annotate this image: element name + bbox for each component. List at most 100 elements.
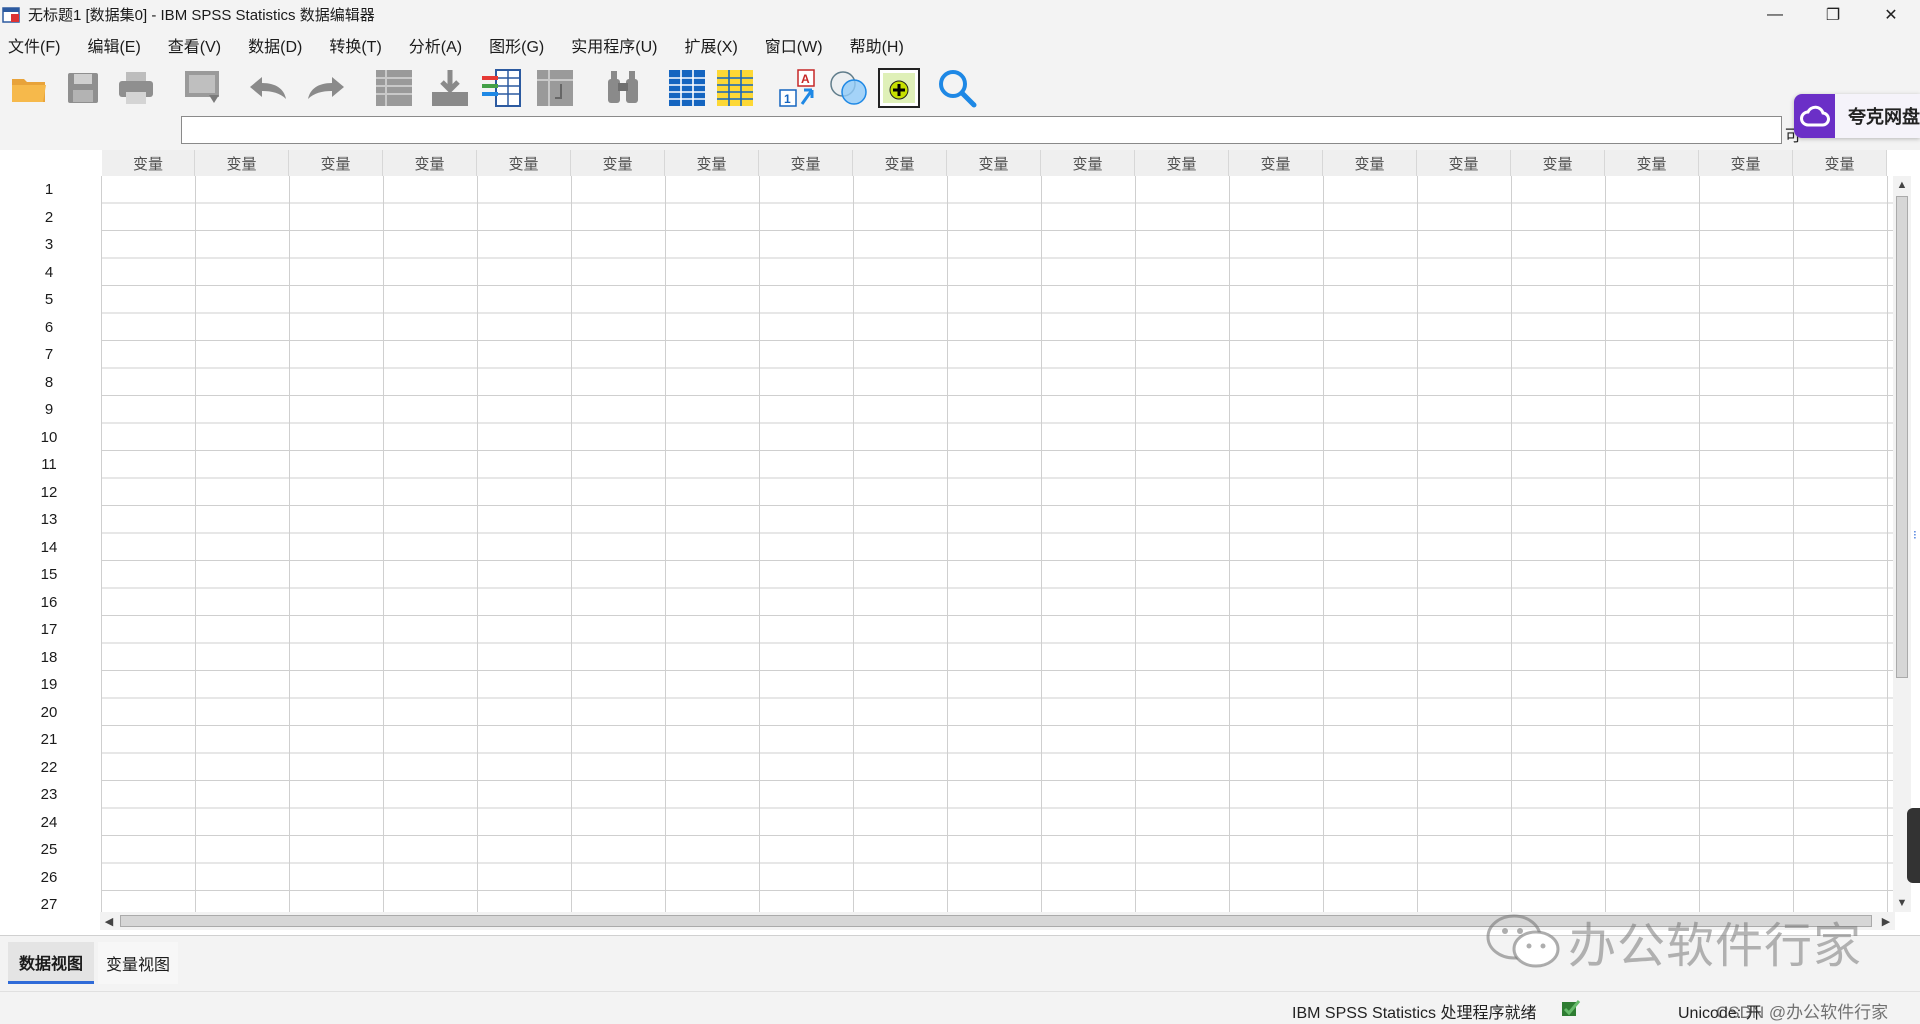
row-header[interactable]: 25	[0, 836, 100, 864]
row-header[interactable]: 15	[0, 561, 100, 589]
column-header[interactable]: 变量	[665, 150, 759, 176]
find-icon[interactable]	[602, 67, 644, 109]
split-file-icon[interactable]: A1	[778, 67, 820, 109]
maximize-button[interactable]: ❐	[1804, 0, 1862, 29]
row-header[interactable]: 11	[0, 451, 100, 479]
recall-dialog-icon[interactable]	[182, 67, 224, 109]
column-header[interactable]: 变量	[1793, 150, 1887, 176]
redo-icon[interactable]	[304, 67, 346, 109]
save-icon[interactable]	[62, 67, 104, 109]
quark-label: 夸克网盘	[1848, 107, 1920, 127]
column-header[interactable]: 变量	[947, 150, 1041, 176]
side-gadget[interactable]	[1907, 808, 1920, 883]
select-cases-icon[interactable]	[828, 67, 870, 109]
menu-view[interactable]: 查看(V)	[168, 33, 221, 57]
row-header[interactable]: 16	[0, 589, 100, 617]
wechat-icon	[1486, 914, 1560, 968]
status-bar: IBM SPSS Statistics 处理程序就绪 Unicode: 开 CS…	[0, 991, 1920, 1024]
scroll-down-icon[interactable]: ▼	[1893, 894, 1911, 912]
column-header[interactable]: 变量	[1135, 150, 1229, 176]
spss-app-icon[interactable]	[2, 5, 22, 25]
window-controls: — ❐ ✕	[1746, 0, 1920, 29]
menu-file[interactable]: 文件(F)	[8, 33, 60, 57]
column-header[interactable]: 变量	[1229, 150, 1323, 176]
menu-utilities[interactable]: 实用程序(U)	[571, 33, 657, 57]
cell-value-input[interactable]	[181, 116, 1782, 144]
row-header[interactable]: 26	[0, 864, 100, 892]
search-icon[interactable]	[936, 67, 978, 109]
value-labels-icon[interactable]	[878, 67, 920, 109]
open-folder-icon[interactable]	[8, 67, 50, 109]
row-header[interactable]: 20	[0, 699, 100, 727]
print-icon[interactable]	[115, 67, 157, 109]
cell-editor-row: 可	[0, 114, 1920, 150]
row-header[interactable]: 18	[0, 644, 100, 672]
menu-window[interactable]: 窗口(W)	[765, 33, 823, 57]
scroll-up-icon[interactable]: ▲	[1893, 176, 1911, 194]
column-header[interactable]: 变量	[1323, 150, 1417, 176]
vertical-scroll-thumb[interactable]	[1896, 196, 1908, 678]
column-header[interactable]: 变量	[1041, 150, 1135, 176]
cloud-icon	[1794, 94, 1835, 138]
quark-cloud-widget[interactable]: 夸克网盘	[1794, 94, 1920, 138]
insert-variable-icon[interactable]	[714, 67, 756, 109]
row-header[interactable]: 4	[0, 259, 100, 287]
column-header[interactable]: 变量	[477, 150, 571, 176]
run-descriptives-icon[interactable]	[534, 67, 576, 109]
side-splitter-icon[interactable]: ⁝	[1913, 528, 1920, 546]
row-header[interactable]: 9	[0, 396, 100, 424]
grid-cells[interactable]	[102, 176, 1895, 912]
column-header[interactable]: 变量	[1417, 150, 1511, 176]
tab-variable-view[interactable]: 变量视图	[98, 942, 178, 984]
vertical-scrollbar[interactable]: ▲ ▼	[1893, 176, 1911, 912]
variables-icon[interactable]	[480, 67, 522, 109]
column-header[interactable]: 变量	[102, 150, 195, 176]
column-header[interactable]: 变量	[1605, 150, 1699, 176]
undo-icon[interactable]	[248, 67, 290, 109]
menu-help[interactable]: 帮助(H)	[850, 33, 904, 57]
row-header[interactable]: 22	[0, 754, 100, 782]
row-header[interactable]: 5	[0, 286, 100, 314]
watermark-text: 办公软件行家	[1568, 920, 1863, 973]
column-header[interactable]: 变量	[195, 150, 289, 176]
goto-variable-icon[interactable]	[429, 67, 471, 109]
tab-data-view[interactable]: 数据视图	[8, 942, 94, 984]
row-header[interactable]: 10	[0, 424, 100, 452]
menu-transform[interactable]: 转换(T)	[329, 33, 381, 57]
column-header[interactable]: 变量	[853, 150, 947, 176]
scroll-right-icon[interactable]: ▶	[1877, 912, 1895, 930]
minimize-button[interactable]: —	[1746, 0, 1804, 29]
row-header[interactable]: 24	[0, 809, 100, 837]
menu-analyze[interactable]: 分析(A)	[409, 33, 462, 57]
row-header[interactable]: 1	[0, 176, 100, 204]
column-header[interactable]: 变量	[1511, 150, 1605, 176]
row-header[interactable]: 14	[0, 534, 100, 562]
column-header[interactable]: 变量	[571, 150, 665, 176]
column-header[interactable]: 变量	[759, 150, 853, 176]
row-header[interactable]: 7	[0, 341, 100, 369]
goto-case-icon[interactable]	[373, 67, 415, 109]
row-header[interactable]: 19	[0, 671, 100, 699]
row-header[interactable]: 17	[0, 616, 100, 644]
row-header[interactable]: 21	[0, 726, 100, 754]
column-header[interactable]: 变量	[383, 150, 477, 176]
row-header[interactable]: 6	[0, 314, 100, 342]
scroll-left-icon[interactable]: ◀	[100, 912, 118, 930]
row-header[interactable]: 12	[0, 479, 100, 507]
row-header[interactable]: 27	[0, 891, 100, 919]
row-header[interactable]: 3	[0, 231, 100, 259]
menu-edit[interactable]: 编辑(E)	[87, 33, 140, 57]
menu-extensions[interactable]: 扩展(X)	[684, 33, 737, 57]
close-button[interactable]: ✕	[1862, 0, 1920, 29]
column-header[interactable]: 变量	[1699, 150, 1793, 176]
grid-corner[interactable]	[0, 150, 102, 176]
menu-data[interactable]: 数据(D)	[248, 33, 302, 57]
menu-graphs[interactable]: 图形(G)	[489, 33, 544, 57]
row-header[interactable]: 23	[0, 781, 100, 809]
spss-data-editor-window: 无标题1 [数据集0] - IBM SPSS Statistics 数据编辑器 …	[0, 0, 1920, 1024]
row-header[interactable]: 13	[0, 506, 100, 534]
insert-cases-icon[interactable]	[666, 67, 708, 109]
row-header[interactable]: 8	[0, 369, 100, 397]
row-header[interactable]: 2	[0, 204, 100, 232]
column-header[interactable]: 变量	[289, 150, 383, 176]
